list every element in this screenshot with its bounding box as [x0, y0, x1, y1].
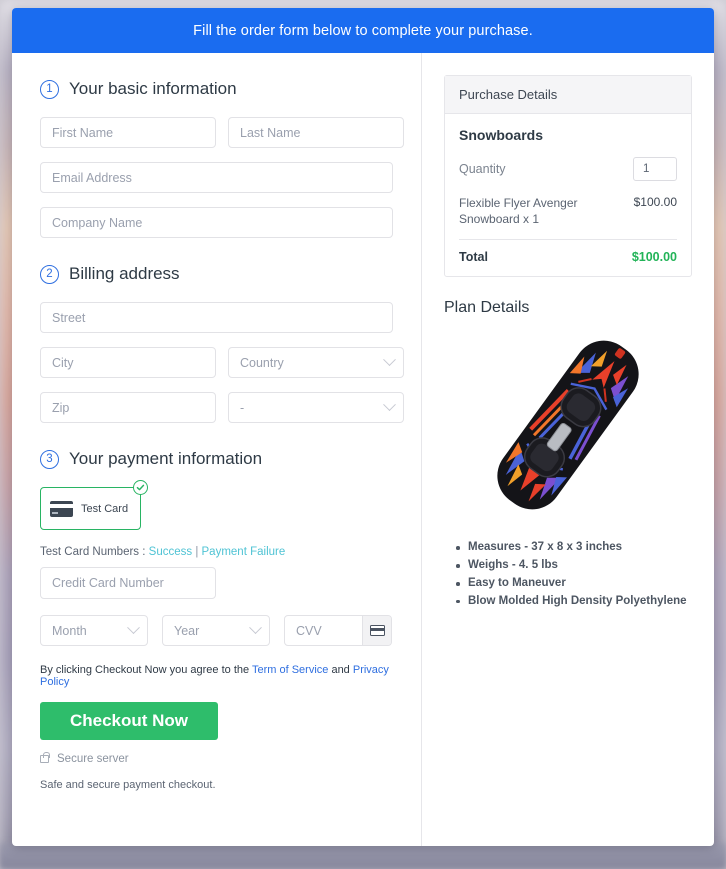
checkout-card: Fill the order form below to complete yo… [12, 8, 714, 846]
line-item-description: Flexible Flyer Avenger Snowboard x 1 [459, 196, 578, 227]
street-row: Street [40, 302, 393, 333]
section-title-basic: Your basic information [69, 79, 237, 98]
plan-feature-list: Measures - 37 x 8 x 3 inches Weighs - 4.… [444, 539, 692, 610]
order-form-column: 1 Your basic information First Name Last… [12, 53, 422, 846]
test-card-option[interactable]: Test Card [40, 480, 148, 530]
first-name-input[interactable]: First Name [40, 117, 216, 148]
secure-server-label: Secure server [57, 753, 129, 765]
summary-divider [459, 239, 677, 241]
last-name-input[interactable]: Last Name [228, 117, 404, 148]
section-basic-information-header: 1 Your basic information [40, 79, 393, 99]
test-card-numbers-label: Test Card Numbers : [40, 546, 149, 558]
purchase-details-body: Snowboards Quantity 1 Flexible Flyer Ave… [445, 114, 691, 276]
plan-details-title: Plan Details [444, 299, 530, 317]
email-input[interactable]: Email Address [40, 162, 393, 193]
list-item: Easy to Maneuver [456, 575, 692, 593]
snowboard-illustration [497, 341, 639, 510]
purchase-details-panel: Purchase Details Snowboards Quantity 1 F… [444, 75, 692, 278]
product-group-name: Snowboards [459, 127, 544, 143]
chevron-down-icon [127, 621, 140, 635]
list-item: Blow Molded High Density Polyethylene [456, 593, 692, 611]
test-card-separator: | [192, 546, 202, 558]
safe-checkout-note: Safe and secure payment checkout. [40, 779, 216, 791]
state-select[interactable]: - [228, 392, 404, 423]
email-row: Email Address [40, 162, 393, 193]
card-back-icon [369, 625, 385, 636]
secure-server-note: Secure server [40, 751, 393, 765]
expiry-month-select[interactable]: Month [40, 615, 148, 646]
header-banner: Fill the order form below to complete yo… [12, 8, 714, 53]
expiry-year-select[interactable]: Year [162, 615, 270, 646]
cvv-input[interactable]: CVV [285, 616, 362, 645]
test-card-option-label: Test Card [81, 502, 129, 515]
state-select-value: - [240, 400, 245, 415]
snowboard-product-image [444, 325, 692, 525]
chevron-down-icon [383, 353, 396, 367]
name-row: First Name Last Name [40, 117, 404, 148]
step-1-badge: 1 [40, 79, 59, 99]
lock-icon [40, 751, 50, 763]
chevron-down-icon [383, 398, 396, 412]
street-input[interactable]: Street [40, 302, 393, 333]
section-title-payment: Your payment information [69, 449, 263, 468]
city-input[interactable]: City [40, 347, 216, 378]
terms-agreement-text: By clicking Checkout Now you agree to th… [40, 664, 393, 688]
banner-text: Fill the order form below to complete yo… [193, 22, 533, 39]
check-circle-icon [133, 480, 148, 495]
list-item: Measures - 37 x 8 x 3 inches [456, 539, 692, 557]
quantity-row: Quantity 1 [459, 157, 677, 181]
country-select[interactable]: Country [228, 347, 404, 378]
section-billing-address-header: 2 Billing address [40, 264, 393, 284]
expiry-year-value: Year [174, 623, 200, 638]
cvv-help-button[interactable] [362, 616, 391, 645]
test-card-failure-link[interactable]: Payment Failure [202, 546, 286, 558]
credit-card-number-row: Credit Card Number [40, 567, 393, 599]
quantity-input[interactable]: 1 [633, 157, 677, 181]
credit-card-icon [50, 500, 73, 517]
purchase-details-header: Purchase Details [445, 76, 691, 114]
section-payment-header: 3 Your payment information [40, 449, 393, 469]
terms-prefix: By clicking Checkout Now you agree to th… [40, 664, 252, 676]
chevron-down-icon [249, 621, 262, 635]
country-select-value: Country [240, 355, 284, 370]
section-title-billing: Billing address [69, 264, 180, 283]
step-2-badge: 2 [40, 264, 59, 284]
purchase-summary-column: Purchase Details Snowboards Quantity 1 F… [422, 53, 714, 846]
city-country-row: City Country [40, 347, 404, 378]
quantity-label: Quantity [459, 162, 506, 176]
expiry-cvv-row: Month Year CVV [40, 615, 393, 646]
line-item-price: $100.00 [633, 195, 677, 209]
total-row: Total $100.00 [459, 250, 677, 264]
term-of-service-link[interactable]: Term of Service [252, 664, 328, 676]
terms-middle: and [328, 664, 353, 676]
test-card-numbers-line: Test Card Numbers : Success | Payment Fa… [40, 546, 393, 558]
total-value: $100.00 [631, 250, 677, 265]
expiry-month-value: Month [52, 623, 87, 638]
company-name-input[interactable]: Company Name [40, 207, 393, 238]
blurred-background-bottom [0, 843, 726, 869]
checkout-now-button[interactable]: Checkout Now [40, 702, 218, 740]
company-row: Company Name [40, 207, 393, 238]
content-columns: 1 Your basic information First Name Last… [12, 53, 714, 846]
step-3-badge: 3 [40, 449, 59, 469]
zip-state-row: Zip - [40, 392, 404, 423]
zip-input[interactable]: Zip [40, 392, 216, 423]
credit-card-number-input[interactable]: Credit Card Number [40, 567, 216, 599]
test-card-success-link[interactable]: Success [149, 546, 192, 558]
line-item-row: Flexible Flyer Avenger Snowboard x 1 $10… [459, 195, 677, 227]
total-label: Total [459, 250, 488, 265]
cvv-group: CVV [284, 615, 392, 646]
list-item: Weighs - 4. 5 lbs [456, 557, 692, 575]
